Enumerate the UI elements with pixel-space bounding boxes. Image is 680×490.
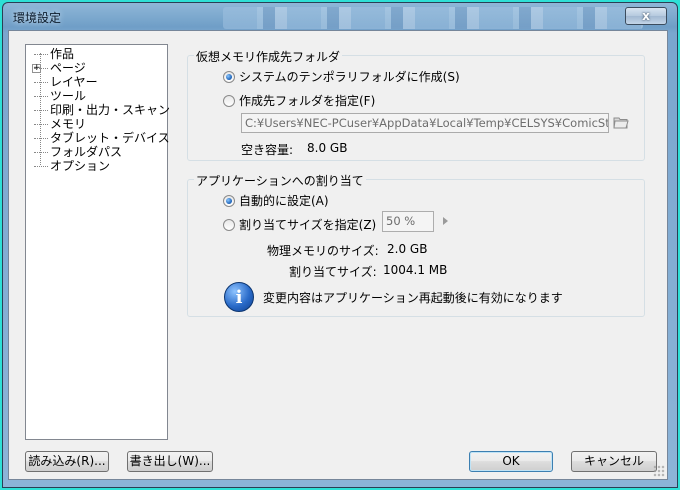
- tree-item-memory[interactable]: メモリ: [34, 117, 86, 131]
- physical-memory-label: 物理メモリのサイズ:: [267, 244, 379, 258]
- info-icon: i: [224, 282, 254, 312]
- export-button[interactable]: 書き出し(W)...: [127, 451, 213, 472]
- cancel-button[interactable]: キャンセル: [571, 451, 657, 472]
- tree-item-print[interactable]: 印刷・出力・スキャン: [34, 103, 170, 117]
- tree-item-label: フォルダパス: [50, 145, 123, 159]
- folder-path-field[interactable]: C:¥Users¥NEC-PCuser¥AppData¥Local¥Temp¥C…: [241, 113, 609, 133]
- tree-item-label: メモリ: [50, 117, 87, 131]
- tree-item-label: ページ: [50, 61, 86, 75]
- allocation-size-label: 割り当てサイズ:: [289, 265, 377, 279]
- radio-auto-label: 自動的に設定(A): [239, 194, 329, 208]
- tree-item-label: 印刷・出力・スキャン: [50, 103, 171, 117]
- window-title: 環境設定: [13, 11, 62, 25]
- radio-custom-folder-label: 作成先フォルダを指定(F): [239, 94, 376, 108]
- background-glass: [223, 7, 643, 29]
- radio-custom-folder[interactable]: 作成先フォルダを指定(F): [223, 92, 375, 109]
- radio-auto[interactable]: 自動的に設定(A): [223, 192, 329, 209]
- tree-item-options[interactable]: オプション: [34, 159, 110, 173]
- folder-browse-icon[interactable]: [613, 115, 629, 129]
- resize-grip-icon[interactable]: [653, 465, 665, 477]
- load-button[interactable]: 読み込み(R)...: [25, 451, 109, 472]
- category-tree[interactable]: 作品 + ページ レイヤー ツール 印刷・出力・スキャン メモリ タブレット・デ…: [25, 44, 170, 440]
- ok-button[interactable]: OK: [469, 451, 553, 472]
- radio-system-temp-label: システムのテンポラリフォルダに作成(S): [239, 70, 460, 84]
- virtual-memory-group-label: 仮想メモリ作成先フォルダ: [194, 48, 343, 65]
- tree-item-page[interactable]: ページ: [34, 61, 86, 75]
- radio-system-temp[interactable]: システムのテンポラリフォルダに作成(S): [223, 68, 460, 85]
- radio-manual-size[interactable]: 割り当てサイズを指定(Z): [223, 216, 376, 233]
- radio-selected-icon: [223, 70, 235, 83]
- free-space-value: 8.0 GB: [307, 141, 348, 155]
- tree-item-label: タブレット・デバイス: [50, 131, 170, 145]
- tree-item-tablet[interactable]: タブレット・デバイス: [34, 131, 170, 145]
- radio-unselected-icon: [223, 94, 235, 107]
- allocation-percent-field[interactable]: 50 %: [382, 211, 434, 232]
- restart-info-text: 変更内容はアプリケーション再起動後に有効になります: [263, 291, 563, 305]
- radio-selected-icon: [223, 194, 235, 207]
- tree-item-tool[interactable]: ツール: [34, 89, 86, 103]
- physical-memory-value: 2.0 GB: [387, 242, 428, 256]
- tree-item-label: レイヤー: [50, 75, 98, 89]
- free-space-label: 空き容量:: [241, 143, 294, 157]
- radio-unselected-icon: [223, 218, 235, 231]
- tree-item-label: オプション: [50, 159, 111, 173]
- tree-item-work[interactable]: 作品: [34, 47, 74, 61]
- allocation-size-value: 1004.1 MB: [383, 263, 448, 277]
- dialog-client: 作品 + ページ レイヤー ツール 印刷・出力・スキャン メモリ タブレット・デ…: [8, 30, 668, 480]
- allocation-group-label: アプリケーションへの割り当て: [194, 172, 366, 189]
- radio-manual-size-label: 割り当てサイズを指定(Z): [239, 218, 377, 232]
- spin-right-arrow-icon[interactable]: [443, 217, 448, 225]
- tree-item-label: ツール: [50, 89, 87, 103]
- close-button[interactable]: x: [625, 7, 667, 25]
- tree-item-layer[interactable]: レイヤー: [34, 75, 98, 89]
- tree-item-folder-path[interactable]: フォルダパス: [34, 145, 122, 159]
- tree-item-label: 作品: [50, 47, 75, 61]
- close-icon: x: [642, 9, 650, 23]
